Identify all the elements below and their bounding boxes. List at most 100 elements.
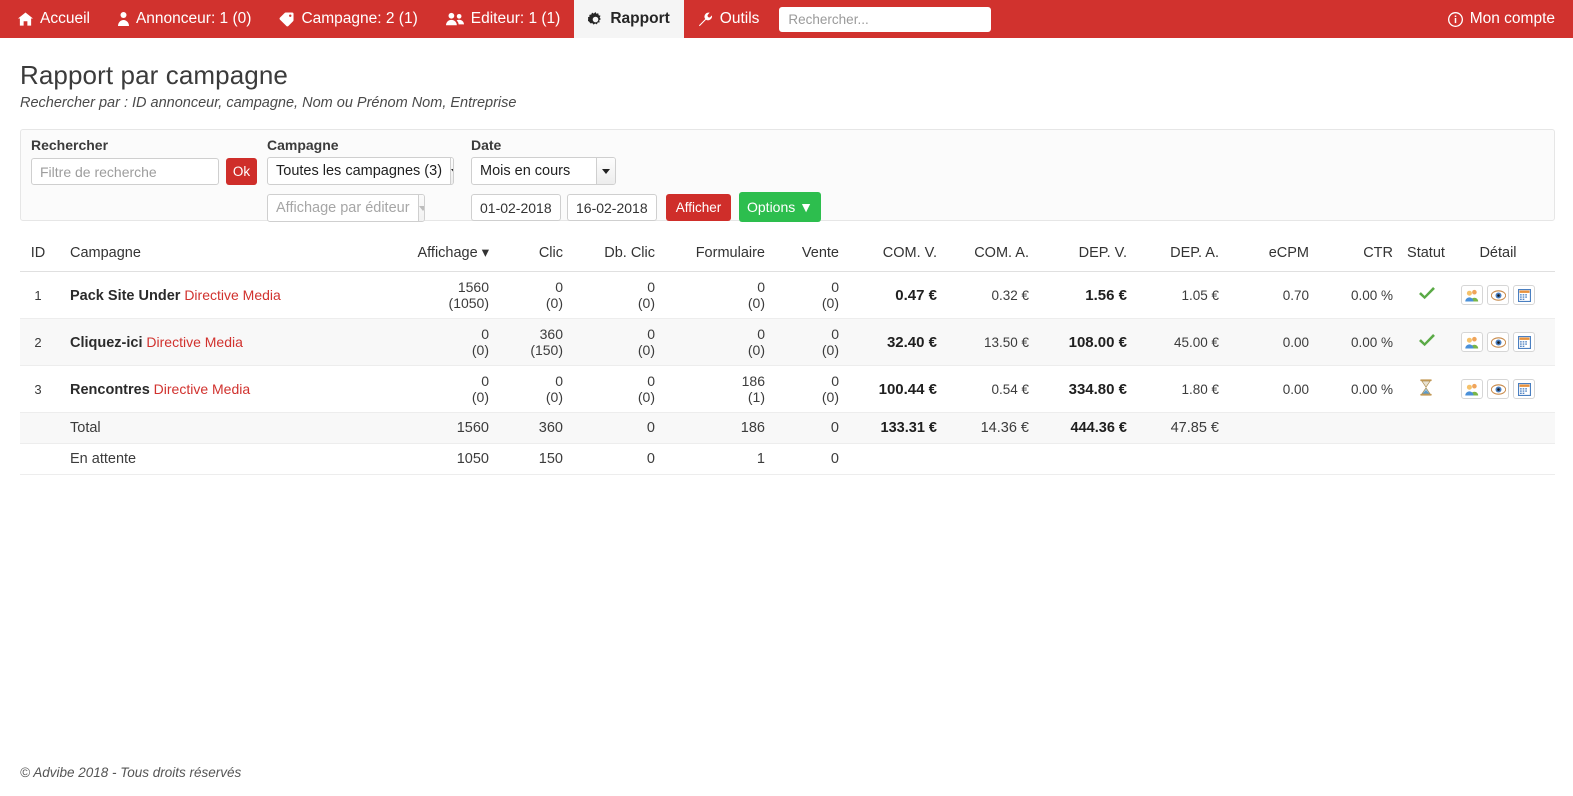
table-row[interactable]: 3 Rencontres Directive Media 0 (0) 0 (0)… [20,365,1555,413]
col-header-vente[interactable]: Vente [765,237,839,272]
campaign-select[interactable]: Toutes les campagnes (3) [267,157,454,185]
row-detail-actions [1459,318,1555,366]
nav-item-annonceur[interactable]: Annonceur: 1 (0) [104,0,265,38]
wrench-icon [698,12,713,27]
campaign-name[interactable]: Pack Site Under [70,288,180,304]
table-row[interactable]: 2 Cliquez-ici Directive Media 0 (0) 360 … [20,318,1555,366]
row-formulaire: 0 (0) [655,271,765,319]
row-id: 2 [20,318,56,366]
pending-row-spacer-id [20,443,56,475]
campaign-field-label: Campagne [267,137,339,153]
users-detail-icon[interactable] [1461,379,1483,399]
row-affichage: 0 (0) [381,365,489,413]
row-detail-actions [1459,271,1555,319]
options-button[interactable]: Options ▼ [739,192,821,222]
col-header-detail[interactable]: Détail [1459,237,1555,272]
table-row[interactable]: 1 Pack Site Under Directive Media 1560 (… [20,271,1555,319]
row-clic: 0 (0) [489,271,563,319]
calendar-detail-icon[interactable] [1513,285,1535,305]
date-from-input[interactable] [471,194,561,221]
green-check-icon [1417,286,1436,304]
row-ecpm: 0.00 [1219,318,1309,366]
editor-select[interactable]: Affichage par éditeur [267,194,425,222]
clic-value: 360 [539,326,563,342]
pending-com-v [839,443,937,475]
total-dep-v: 444.36 € [1029,412,1127,444]
nav-item-rapport[interactable]: Rapport [574,0,684,38]
affichage-value: 1560 [457,279,489,295]
total-row-spacer-detail [1459,412,1555,444]
row-ecpm: 0.00 [1219,365,1309,413]
total-ecpm [1219,412,1309,444]
col-header-db-clic[interactable]: Db. Clic [563,237,655,272]
col-header-campagne[interactable]: Campagne [56,237,381,272]
row-detail-actions [1459,365,1555,413]
page-title: Rapport par campagne [20,60,288,90]
col-header-dep-v[interactable]: DEP. V. [1029,237,1127,272]
pending-row-spacer-statut [1393,443,1459,475]
search-input[interactable] [31,158,219,185]
row-dep-v: 108.00 € [1029,318,1127,366]
calendar-detail-icon[interactable] [1513,379,1535,399]
pending-formulaire: 1 [655,443,765,475]
eye-detail-icon[interactable] [1487,285,1509,305]
eye-detail-icon[interactable] [1487,379,1509,399]
col-header-clic[interactable]: Clic [489,237,563,272]
nav-item-editeur[interactable]: Editeur: 1 (1) [432,0,575,38]
campaign-name[interactable]: Rencontres [70,382,150,398]
pending-db-clic: 0 [563,443,655,475]
row-ctr: 0.00 % [1309,318,1393,366]
navbar-search-input[interactable] [779,6,992,32]
nav-item-campagne[interactable]: Campagne: 2 (1) [265,0,431,38]
nav-item-mon-compte[interactable]: Mon compte [1434,11,1569,27]
row-clic: 360 (150) [489,318,563,366]
date-to-input[interactable] [567,194,657,221]
eye-detail-icon[interactable] [1487,332,1509,352]
calendar-detail-icon[interactable] [1513,332,1535,352]
affichage-pending: (0) [471,389,489,405]
total-affichage: 1560 [381,412,489,444]
date-range-select-value: Mois en cours [480,163,571,179]
home-icon [18,12,33,26]
filter-panel: Rechercher Ok Campagne Toutes les campag… [20,129,1555,222]
date-range-select[interactable]: Mois en cours [471,157,616,185]
col-header-dep-a[interactable]: DEP. A. [1127,237,1219,272]
campaign-name[interactable]: Cliquez-ici [70,335,143,351]
nav-item-accueil[interactable]: Accueil [0,0,104,38]
col-header-com-a[interactable]: COM. A. [937,237,1029,272]
advertiser-name[interactable]: Directive Media [146,334,242,350]
col-header-com-v[interactable]: COM. V. [839,237,937,272]
nav-item-outils[interactable]: Outils [684,0,774,38]
col-header-formulaire[interactable]: Formulaire [655,237,765,272]
db-clic-pending: (0) [637,342,655,358]
report-table: ID Campagne Affichage ▾ Clic Db. Clic Fo… [20,237,1555,475]
col-header-ecpm[interactable]: eCPM [1219,237,1309,272]
col-header-ctr[interactable]: CTR [1309,237,1393,272]
total-dep-a: 47.85 € [1127,412,1219,444]
status-badge [1393,365,1459,413]
vente-pending: (0) [821,295,839,311]
formulaire-pending: (1) [747,389,765,405]
row-formulaire: 186 (1) [655,365,765,413]
total-vente: 0 [765,412,839,444]
row-dep-v: 1.56 € [1029,271,1127,319]
users-detail-icon[interactable] [1461,285,1483,305]
row-campaign-cell: Rencontres Directive Media [56,365,381,413]
status-badge [1393,318,1459,366]
formulaire-pending: (0) [747,342,765,358]
col-header-affichage[interactable]: Affichage ▾ [381,237,489,272]
row-clic: 0 (0) [489,365,563,413]
pending-ctr [1309,443,1393,475]
pending-com-a [937,443,1029,475]
afficher-button[interactable]: Afficher [666,194,731,221]
col-header-statut[interactable]: Statut [1393,237,1459,272]
users-detail-icon[interactable] [1461,332,1483,352]
ok-button[interactable]: Ok [226,158,257,185]
advertiser-name[interactable]: Directive Media [154,381,250,397]
nav-item-annonceur-label: Annonceur: 1 (0) [135,10,252,28]
row-db-clic: 0 (0) [563,318,655,366]
row-affichage: 1560 (1050) [381,271,489,319]
user-icon [117,12,129,26]
col-header-id[interactable]: ID [20,237,56,272]
advertiser-name[interactable]: Directive Media [184,287,280,303]
